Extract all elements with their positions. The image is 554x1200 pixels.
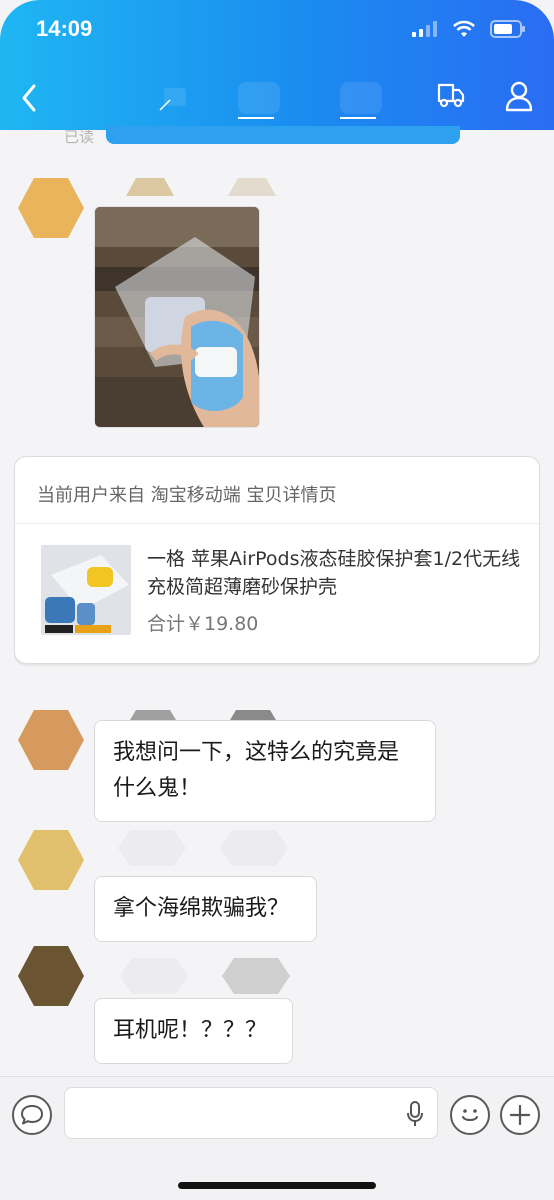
speech-bubble-icon: [21, 1105, 43, 1125]
truck-icon[interactable]: [436, 80, 466, 110]
sender-name-redacted: [126, 178, 276, 196]
avatar[interactable]: [18, 830, 84, 890]
status-icons: [412, 20, 526, 38]
read-receipt-row: 已读: [64, 126, 464, 148]
emoji-button[interactable]: [450, 1095, 490, 1135]
avatar[interactable]: [18, 178, 84, 238]
message-input[interactable]: [64, 1087, 438, 1139]
chat-header: 14:09: [0, 0, 554, 130]
header-actions: [436, 80, 534, 112]
microphone-icon[interactable]: [405, 1100, 425, 1128]
avatar[interactable]: [18, 710, 84, 770]
cellular-signal-icon: [412, 21, 437, 37]
product-source-text: 当前用户来自 淘宝移动端 宝贝详情页: [37, 485, 337, 506]
status-time: 14:09: [36, 16, 93, 41]
chevron-left-icon[interactable]: [16, 80, 44, 116]
sender-name-redacted: [130, 710, 276, 720]
message-bubble[interactable]: 我想问一下，这特么的究竟是什么鬼！: [94, 720, 436, 822]
product-photo[interactable]: [94, 206, 260, 428]
product-title: 一格 苹果AirPods液态硅胶保护套1/2代无线充极简超薄磨砂保护壳: [147, 548, 521, 598]
message-bubble[interactable]: 拿个海绵欺骗我？: [94, 876, 317, 942]
avatar[interactable]: [18, 946, 84, 1006]
read-label: 已读: [64, 128, 95, 146]
plus-icon: [509, 1104, 531, 1126]
more-button[interactable]: [500, 1095, 540, 1135]
sender-name-redacted: [120, 958, 290, 994]
chat-title-redacted: [159, 82, 382, 119]
voice-toggle-button[interactable]: [12, 1095, 52, 1135]
wifi-icon: [453, 20, 475, 37]
person-icon[interactable]: [504, 80, 534, 112]
sender-name-redacted: [118, 830, 288, 866]
battery-icon: [490, 20, 525, 38]
product-card[interactable]: 当前用户来自 淘宝移动端 宝贝详情页 一格 苹果AirPods液态硅胶保护套1/…: [14, 456, 540, 664]
previous-message-bubble: [106, 126, 460, 144]
home-indicator[interactable]: [178, 1182, 376, 1189]
product-thumbnail[interactable]: [41, 545, 131, 635]
message-bubble[interactable]: 耳机呢！？？？: [94, 998, 293, 1064]
card-divider: [15, 523, 539, 524]
smiley-icon: [462, 1109, 478, 1121]
product-price: 合计￥19.80: [147, 613, 259, 635]
